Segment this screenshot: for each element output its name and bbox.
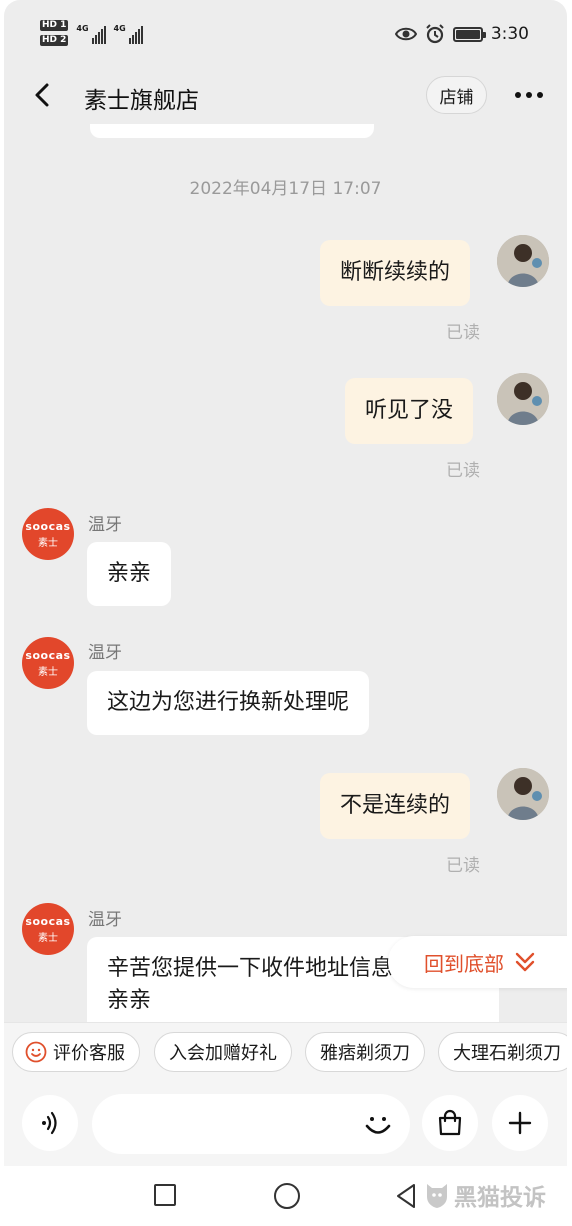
sender-name: 温牙 [88,515,122,535]
smiley-icon [365,1117,391,1134]
chip-label: 大理石剃须刀 [453,1043,561,1064]
voice-button[interactable] [22,1095,78,1151]
user-avatar[interactable] [497,768,549,820]
scroll-to-bottom-label: 回到底部 [424,951,504,976]
recent-apps-button[interactable] [154,1184,176,1206]
user-photo-icon [497,235,549,287]
chat-screen: HD 1 HD 2 4G 4G 3:30 素士旗舰店 店铺 2022年04月17… [4,0,567,1226]
shopping-bag-icon [438,1109,462,1136]
sim2-badge: HD 2 [40,35,69,46]
read-receipt: 已读 [446,323,480,343]
cat-shield-icon [427,1184,447,1208]
message-text: 不是连续的 [340,793,451,818]
smiley-icon [25,1041,47,1063]
avatar-brand: soocas [25,519,71,533]
shop-button[interactable]: 店铺 [426,76,487,114]
read-receipt: 已读 [446,856,480,876]
message-text: 听见了没 [365,398,454,423]
alarm-icon [426,24,444,44]
avatar-brand-cn: 素士 [38,932,58,944]
chip-label: 雅痞剃须刀 [320,1043,410,1064]
status-left: HD 1 HD 2 4G 4G [40,20,143,46]
shop-avatar[interactable]: soocas 素士 [22,903,74,955]
home-button[interactable] [274,1183,300,1209]
battery-icon [452,26,486,42]
signal-2-icon: 4G [114,20,143,44]
read-receipt: 已读 [446,461,480,481]
sim1-badge: HD 1 [40,20,69,31]
input-bar [4,1084,567,1166]
scroll-to-bottom-button[interactable]: 回到底部 [388,936,567,988]
shop-avatar[interactable]: soocas 素士 [22,508,74,560]
outgoing-message[interactable]: 不是连续的 [320,773,471,839]
user-photo-icon [497,373,549,425]
quick-reply-razor-a[interactable]: 雅痞剃须刀 [305,1032,425,1072]
double-chevron-down-icon [515,952,535,972]
previous-message-bubble [90,124,374,138]
outgoing-message[interactable]: 听见了没 [345,378,474,444]
status-right: 3:30 [394,24,529,44]
user-photo-icon [497,768,549,820]
quick-reply-rate-service[interactable]: 评价客服 [12,1032,140,1072]
more-dot-icon [515,92,521,98]
back-button[interactable] [28,80,58,110]
message-timestamp: 2022年04月17日 17:07 [189,179,382,199]
page-title: 素士旗舰店 [84,88,199,114]
incoming-message[interactable]: 这边为您进行换新处理呢 [87,671,370,735]
quick-reply-membership[interactable]: 入会加赠好礼 [154,1032,292,1072]
user-avatar[interactable] [497,373,549,425]
shop-avatar[interactable]: soocas 素士 [22,637,74,689]
sender-name: 温牙 [88,910,122,930]
chip-label: 评价客服 [53,1043,125,1064]
more-actions-button[interactable] [492,1095,548,1151]
more-options-button[interactable] [509,80,549,110]
avatar-brand: soocas [25,914,71,928]
message-text: 亲亲 [107,561,152,586]
watermark-text: 黑猫投诉 [454,1185,546,1211]
message-text: 这边为您进行换新处理呢 [107,690,350,715]
user-avatar[interactable] [497,235,549,287]
message-text: 断断续续的 [340,260,451,285]
clock: 3:30 [490,24,529,44]
chat-header: 素士旗舰店 店铺 [4,66,567,128]
system-nav-bar: 黑猫投诉 [4,1166,567,1226]
eye-icon [394,27,417,41]
avatar-brand-cn: 素士 [38,537,58,549]
status-bar: HD 1 HD 2 4G 4G 3:30 [4,0,567,66]
watermark: 黑猫投诉 [424,1178,546,1212]
chip-label: 入会加赠好礼 [169,1043,277,1064]
back-triangle-icon[interactable] [394,1182,418,1210]
message-text-line1: 辛苦您提供一下收件地址信息呢 [107,956,416,981]
avatar-brand-cn: 素士 [38,666,58,678]
outgoing-message[interactable]: 断断续续的 [320,240,471,306]
product-button[interactable] [422,1095,478,1151]
avatar-brand: soocas [25,648,71,662]
sender-name: 温牙 [88,643,122,663]
voice-icon [42,1111,57,1135]
plus-icon [508,1111,532,1135]
quick-reply-bar: 评价客服 入会加赠好礼 雅痞剃须刀 大理石剃须刀 [4,1022,567,1084]
chevron-left-icon [35,83,49,107]
message-text-line2: 亲亲 [107,988,152,1013]
signal-1-icon: 4G [76,20,106,44]
quick-reply-razor-b[interactable]: 大理石剃须刀 [438,1032,567,1072]
incoming-message[interactable]: 亲亲 [87,542,172,606]
emoji-button[interactable] [360,1106,396,1142]
